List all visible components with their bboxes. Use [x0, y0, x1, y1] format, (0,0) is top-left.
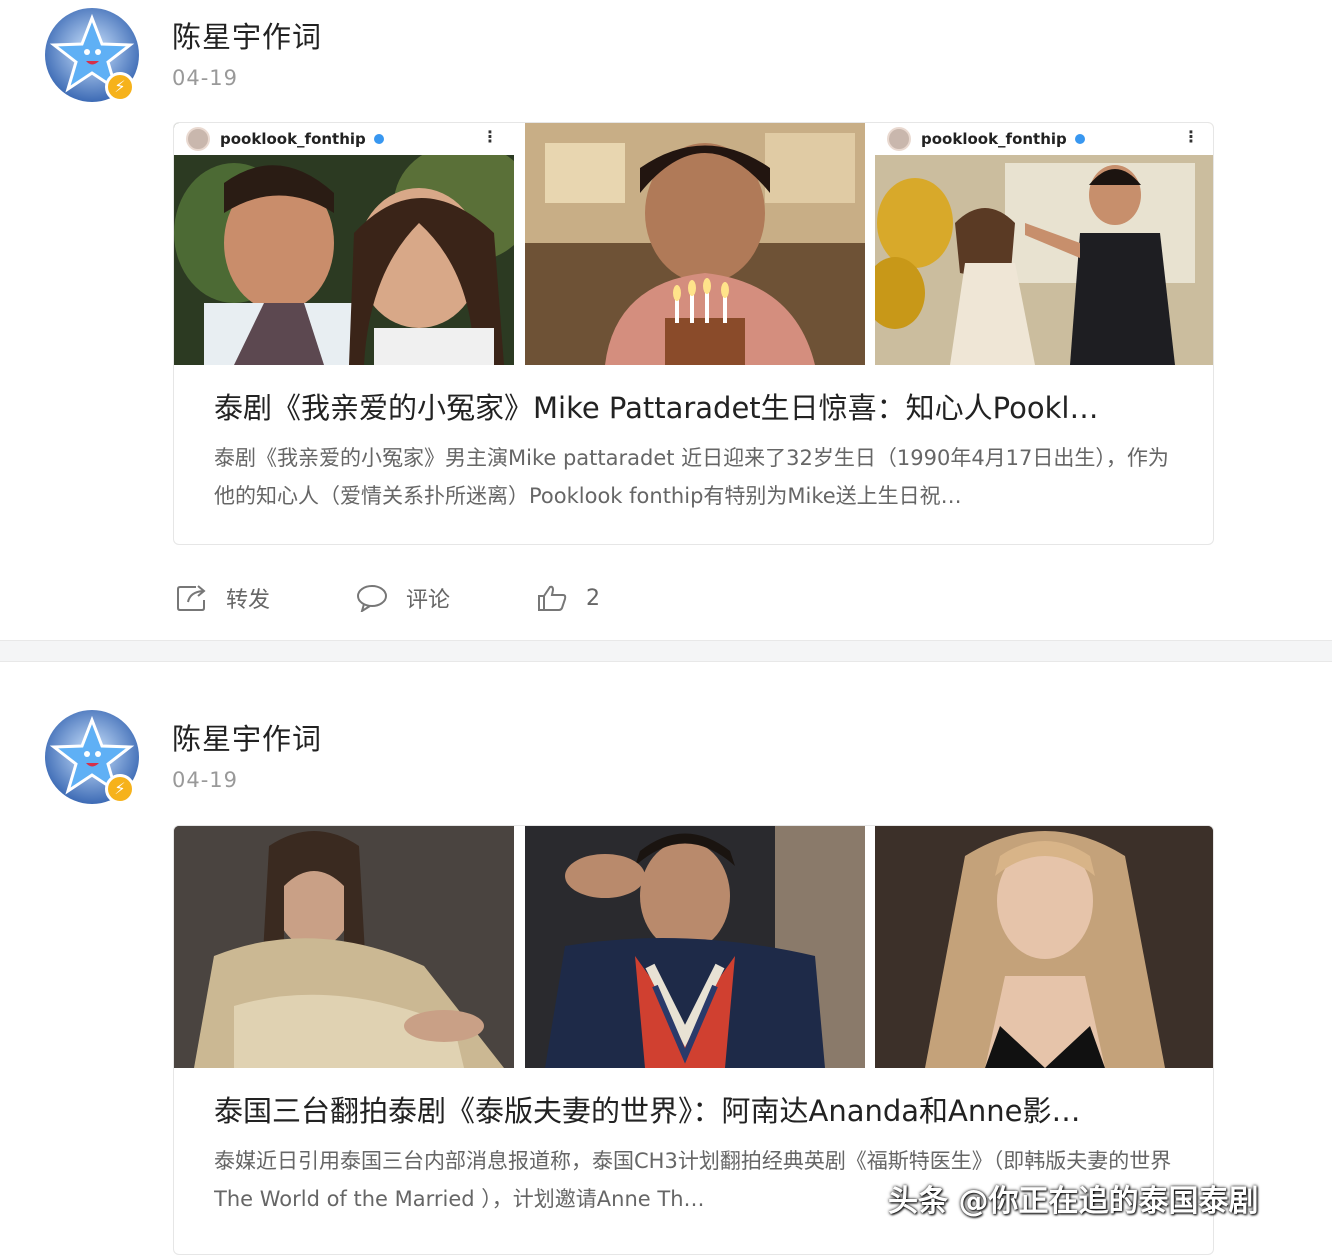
article-card[interactable]: pooklook_fonthip ⋮ pooklook_fonthip ⋮ 泰剧…	[173, 122, 1214, 545]
article-image[interactable]: pooklook_fonthip ⋮	[174, 123, 514, 365]
avatar[interactable]: ⚡	[45, 710, 139, 804]
more-icon: ⋮	[482, 127, 498, 146]
comment-icon	[357, 585, 388, 612]
author-name[interactable]: 陈星宇作词	[172, 14, 322, 56]
post-date: 04-19	[172, 768, 239, 792]
ig-username: pooklook_fonthip	[220, 130, 366, 148]
article-summary: 泰剧《我亲爱的小冤家》男主演Mike pattaradet 近日迎来了32岁生日…	[214, 446, 1169, 508]
ig-username: pooklook_fonthip	[921, 130, 1067, 148]
post-divider	[0, 640, 1332, 662]
article-image[interactable]	[174, 826, 514, 1068]
forward-button[interactable]: 转发	[176, 582, 270, 614]
article-title[interactable]: 泰剧《我亲爱的小冤家》Mike Pattaradet生日惊喜：知心人Pookl…	[214, 385, 1174, 427]
comment-label: 评论	[406, 588, 451, 613]
verified-badge-icon: ⚡	[105, 72, 135, 102]
author-name[interactable]: 陈星宇作词	[172, 716, 322, 758]
article-title[interactable]: 泰国三台翻拍泰剧《泰版夫妻的世界》：阿南达Ananda和Anne影…	[214, 1088, 1174, 1130]
article-image[interactable]	[875, 826, 1213, 1068]
verified-badge-icon: ⚡	[105, 774, 135, 804]
post-date: 04-19	[172, 66, 239, 90]
ig-avatar	[887, 127, 911, 151]
feed-post: ⚡ 陈星宇作词 04-19	[0, 0, 1332, 640]
ig-avatar	[186, 127, 210, 151]
forward-icon	[177, 585, 206, 611]
more-icon: ⋮	[1183, 127, 1199, 146]
article-image[interactable]	[525, 826, 865, 1068]
image-row: pooklook_fonthip ⋮ pooklook_fonthip ⋮	[174, 123, 1213, 365]
like-icon	[538, 585, 567, 611]
article-image[interactable]: pooklook_fonthip ⋮	[875, 123, 1213, 365]
ig-verified-icon	[373, 134, 384, 144]
like-count: 2	[586, 585, 601, 611]
watermark-text: 头条 @你正在追的泰国泰剧	[888, 1184, 1259, 1219]
instagram-header: pooklook_fonthip ⋮	[174, 123, 514, 155]
image-row	[174, 826, 1213, 1068]
forward-label: 转发	[226, 588, 271, 613]
ig-verified-icon	[1074, 134, 1085, 144]
action-bar: 转发 评论 2	[176, 578, 686, 618]
article-image[interactable]	[525, 123, 865, 365]
like-button[interactable]: 2	[536, 584, 600, 612]
comment-button[interactable]: 评论	[356, 582, 450, 614]
instagram-header: pooklook_fonthip ⋮	[875, 123, 1213, 155]
feed-post: ⚡ 陈星宇作词 04-19	[0, 662, 1332, 1255]
avatar[interactable]: ⚡	[45, 8, 139, 102]
